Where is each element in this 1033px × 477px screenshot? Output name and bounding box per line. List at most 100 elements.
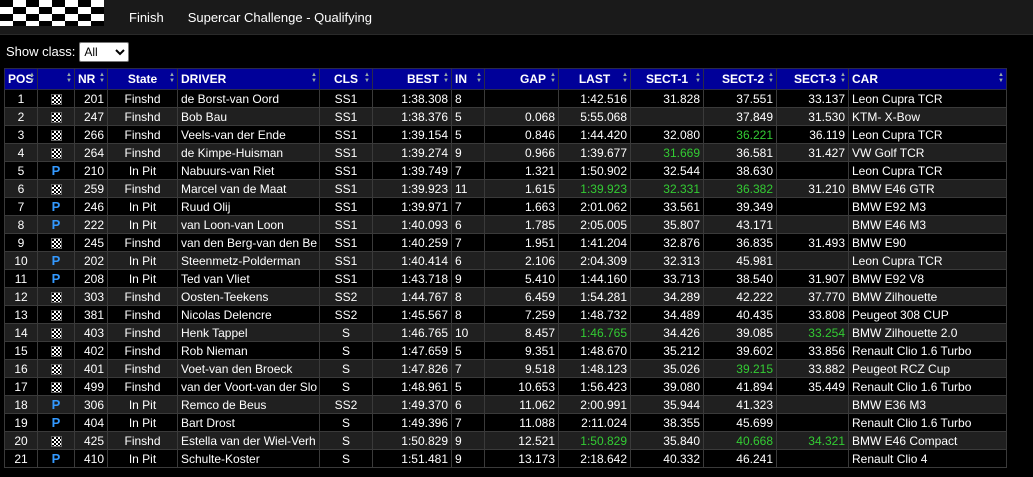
- sort-arrows-icon[interactable]: ▲ ▼: [169, 72, 175, 84]
- cell-gap: 1.785: [484, 215, 559, 234]
- cell-s3: [776, 215, 849, 234]
- cell-in: 6: [451, 395, 485, 414]
- cell-state: In Pit: [107, 413, 178, 432]
- column-header-gap[interactable]: GAP ▲ ▼: [484, 68, 559, 90]
- cell-car: Renault Clio 4: [848, 449, 1007, 468]
- cell-s1: 35.807: [630, 215, 704, 234]
- column-header-last[interactable]: LAST ▲ ▼: [558, 68, 631, 90]
- column-header-sect-3[interactable]: SECT-3 ▲ ▼: [776, 68, 849, 90]
- cell-s1: 33.713: [630, 269, 704, 288]
- cell-s2: 37.551: [703, 89, 777, 108]
- cell-driver: Bart Drost: [177, 413, 320, 432]
- checkered-flag-icon: [50, 363, 62, 375]
- sort-arrows-icon[interactable]: ▲ ▼: [476, 72, 482, 84]
- column-header-best[interactable]: BEST ▲ ▼: [372, 68, 452, 90]
- sort-arrows-icon[interactable]: ▲ ▼: [768, 72, 774, 84]
- cell-state: Finshd: [107, 233, 178, 252]
- checkered-flag-icon: [50, 309, 62, 321]
- cell-s1: 31.669: [630, 143, 704, 162]
- column-header-flag[interactable]: ▲ ▼: [37, 68, 75, 90]
- cell-last: 1:44.420: [558, 125, 631, 144]
- table-row[interactable]: 4 264 Finshd de Kimpe-Huisman SS1 1:39.274 9 0.…: [4, 143, 1007, 162]
- sort-arrows-icon[interactable]: ▲ ▼: [99, 72, 105, 84]
- sort-arrows-icon[interactable]: ▲ ▼: [443, 72, 449, 84]
- table-row[interactable]: 15 402 Finshd Rob Nieman S 1:47.659 5 9.351 1:48…: [4, 341, 1007, 360]
- column-header-sect-2[interactable]: SECT-2 ▲ ▼: [703, 68, 777, 90]
- column-header-pos[interactable]: POS ▲ ▼: [4, 68, 38, 90]
- cell-pos: 7: [4, 197, 38, 216]
- cell-car: BMW E90: [848, 233, 1007, 252]
- finish-indicator: [37, 89, 75, 108]
- table-row[interactable]: 7 P 246 In Pit Ruud Olij SS1 1:39.971 7 1.663 2:0…: [4, 197, 1007, 216]
- sort-arrows-icon[interactable]: ▲ ▼: [840, 72, 846, 84]
- sort-arrows-icon[interactable]: ▲ ▼: [311, 72, 317, 84]
- table-row[interactable]: 6 259 Finshd Marcel van de Maat SS1 1:39.923 1…: [4, 179, 1007, 198]
- cell-car: Leon Cupra TCR: [848, 125, 1007, 144]
- cell-cls: SS1: [319, 143, 373, 162]
- cell-s2: 45.981: [703, 251, 777, 270]
- table-row[interactable]: 13 381 Finshd Nicolas Delencre SS2 1:45.567 8 7…: [4, 305, 1007, 324]
- table-row[interactable]: 5 P 210 In Pit Nabuurs-van Riet SS1 1:39.749 7 1…: [4, 161, 1007, 180]
- column-header-sect-1[interactable]: SECT-1 ▲ ▼: [630, 68, 704, 90]
- column-header-nr[interactable]: NR ▲ ▼: [74, 68, 108, 90]
- table-row[interactable]: 19 P 404 In Pit Bart Drost S 1:49.396 7 11.088 2:…: [4, 413, 1007, 432]
- cell-best: 1:43.718: [372, 269, 452, 288]
- table-row[interactable]: 10 P 202 In Pit Steenmetz-Polderman SS1 1:40.4…: [4, 251, 1007, 270]
- table-row[interactable]: 9 245 Finshd van den Berg-van den Be SS1 1:40…: [4, 233, 1007, 252]
- cell-s2: 38.630: [703, 161, 777, 180]
- cell-last: 2:01.062: [558, 197, 631, 216]
- cell-state: Finshd: [107, 179, 178, 198]
- table-row[interactable]: 21 P 410 In Pit Schulte-Koster S 1:51.481 9 13.1…: [4, 449, 1007, 468]
- table-row[interactable]: 20 425 Finshd Estella van der Wiel-Verh S 1:5…: [4, 431, 1007, 450]
- cell-in: 7: [451, 359, 485, 378]
- table-row[interactable]: 8 P 222 In Pit van Loon-van Loon SS1 1:40.093 6…: [4, 215, 1007, 234]
- sort-arrows-icon[interactable]: ▲ ▼: [66, 72, 72, 84]
- column-label: CAR: [852, 72, 878, 86]
- cell-state: Finshd: [107, 125, 178, 144]
- column-header-in[interactable]: IN ▲ ▼: [451, 68, 485, 90]
- sort-arrows-icon[interactable]: ▲ ▼: [998, 72, 1004, 84]
- table-row[interactable]: 2 247 Finshd Bob Bau SS1 1:38.376 5 0.068 5:55.0…: [4, 107, 1007, 126]
- cell-nr: 266: [74, 125, 108, 144]
- sort-arrows-icon[interactable]: ▲ ▼: [364, 72, 370, 84]
- table-row[interactable]: 16 401 Finshd Voet-van den Broeck S 1:47.826 7…: [4, 359, 1007, 378]
- cell-s2: 45.699: [703, 413, 777, 432]
- cell-cls: S: [319, 377, 373, 396]
- table-row[interactable]: 18 P 306 In Pit Remco de Beus SS2 1:49.370 6 11.…: [4, 395, 1007, 414]
- cell-in: 6: [451, 215, 485, 234]
- cell-s1: 39.080: [630, 377, 704, 396]
- cell-s2: 36.835: [703, 233, 777, 252]
- cell-gap: 13.173: [484, 449, 559, 468]
- finish-indicator: [37, 179, 75, 198]
- cell-driver: Nabuurs-van Riet: [177, 161, 320, 180]
- sort-arrows-icon[interactable]: ▲ ▼: [622, 72, 628, 84]
- cell-driver: Oosten-Teekens: [177, 287, 320, 306]
- column-header-cls[interactable]: CLS ▲ ▼: [319, 68, 373, 90]
- finish-indicator: [37, 323, 75, 342]
- cell-state: Finshd: [107, 341, 178, 360]
- column-header-driver[interactable]: DRIVER ▲ ▼: [177, 68, 320, 90]
- cell-cls: SS2: [319, 287, 373, 306]
- table-row[interactable]: 14 403 Finshd Henk Tappel S 1:46.765 10 8.457 1:…: [4, 323, 1007, 342]
- cell-nr: 210: [74, 161, 108, 180]
- cell-cls: SS1: [319, 215, 373, 234]
- table-row[interactable]: 3 266 Finshd Veels-van der Ende SS1 1:39.154 5…: [4, 125, 1007, 144]
- cell-state: Finshd: [107, 107, 178, 126]
- cell-s3: [776, 197, 849, 216]
- table-row[interactable]: 1 201 Finshd de Borst-van Oord SS1 1:38.308 8 1…: [4, 89, 1007, 108]
- cell-s2: 39.215: [703, 359, 777, 378]
- sort-arrows-icon[interactable]: ▲ ▼: [29, 72, 35, 84]
- column-label: BEST: [406, 72, 439, 86]
- sort-arrows-icon[interactable]: ▲ ▼: [550, 72, 556, 84]
- class-filter-select[interactable]: All: [79, 41, 130, 62]
- cell-state: Finshd: [107, 143, 178, 162]
- table-row[interactable]: 12 303 Finshd Oosten-Teekens SS2 1:44.767 8 6.4…: [4, 287, 1007, 306]
- table-row[interactable]: 11 P 208 In Pit Ted van Vliet SS1 1:43.718 9 5.4…: [4, 269, 1007, 288]
- cell-nr: 247: [74, 107, 108, 126]
- cell-driver: Veels-van der Ende: [177, 125, 320, 144]
- cell-s3: 33.882: [776, 359, 849, 378]
- table-row[interactable]: 17 499 Finshd van der Voort-van der Slo S 1:4…: [4, 377, 1007, 396]
- column-header-state[interactable]: State ▲ ▼: [107, 68, 178, 90]
- sort-arrows-icon[interactable]: ▲ ▼: [695, 72, 701, 84]
- column-header-car[interactable]: CAR ▲ ▼: [848, 68, 1007, 90]
